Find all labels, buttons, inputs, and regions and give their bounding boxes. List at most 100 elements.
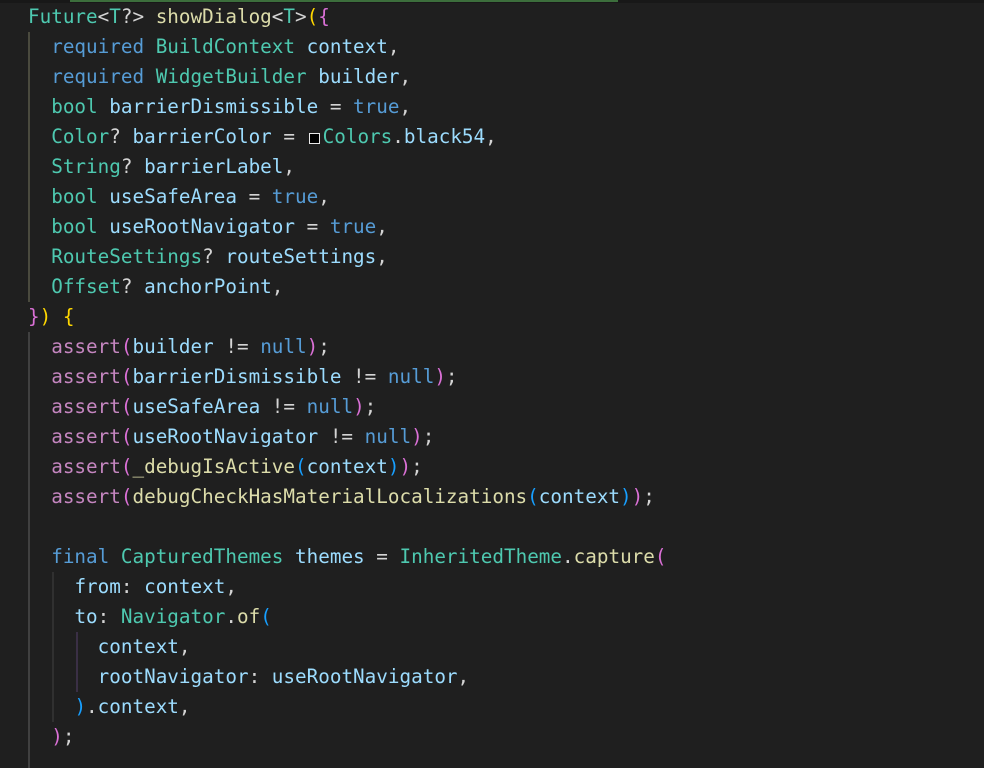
code-token: of bbox=[236, 605, 261, 628]
code-token: bool bbox=[51, 215, 98, 238]
code-line[interactable]: }) { bbox=[28, 302, 74, 332]
code-line[interactable]: Future<T?> showDialog<T>({ bbox=[28, 2, 330, 32]
code-line[interactable]: bool useSafeArea = true, bbox=[28, 182, 330, 212]
code-line[interactable]: Color? barrierColor = Colors.black54, bbox=[28, 122, 497, 152]
code-token: T bbox=[283, 5, 296, 28]
code-token: ) bbox=[631, 485, 644, 508]
code-line[interactable]: assert(_debugIsActive(context)); bbox=[28, 452, 423, 482]
code-token: routeSettings bbox=[225, 245, 377, 268]
code-line[interactable]: assert (debugCheckHasMaterialLocalization… bbox=[28, 482, 655, 512]
code-token: , bbox=[178, 635, 191, 658]
code-token: = bbox=[295, 215, 330, 238]
code-line[interactable]: Offset? anchorPoint, bbox=[28, 272, 283, 302]
code-token: themes bbox=[295, 545, 365, 568]
code-token: ?> bbox=[120, 5, 156, 28]
code-token: black54 bbox=[403, 125, 486, 148]
code-token: { bbox=[318, 5, 330, 28]
code-token: , bbox=[485, 125, 497, 148]
code-line[interactable]: assert(useSafeArea != null); bbox=[28, 392, 376, 422]
code-token: , bbox=[399, 65, 412, 88]
code-token: BuildContext bbox=[155, 35, 296, 58]
code-token: ( bbox=[120, 395, 133, 418]
code-token: from bbox=[74, 575, 121, 598]
code-token: Navigator bbox=[120, 605, 226, 628]
code-token: ) bbox=[434, 365, 446, 388]
code-token: ( bbox=[306, 5, 319, 28]
code-line[interactable]: bool useRootNavigator = true, bbox=[28, 212, 388, 242]
code-token: anchorPoint bbox=[144, 275, 272, 298]
code-line[interactable]: final CapturedThemes themes = InheritedT… bbox=[28, 542, 666, 572]
code-token: context bbox=[306, 455, 388, 478]
code-token: != bbox=[341, 365, 388, 388]
code-token: null bbox=[306, 395, 354, 418]
code-token: ; bbox=[364, 395, 377, 418]
code-token: Colors bbox=[322, 125, 393, 148]
code-line[interactable]: ).context, bbox=[28, 692, 190, 722]
code-token: null bbox=[260, 335, 307, 358]
code-token: showDialog bbox=[155, 5, 272, 28]
code-token: ; bbox=[62, 725, 75, 748]
code-token: to bbox=[74, 605, 98, 628]
code-token: assert bbox=[51, 485, 121, 508]
code-token: } bbox=[28, 305, 40, 328]
code-line[interactable]: assert(barrierDismissible != null); bbox=[28, 362, 457, 392]
code-line[interactable]: required WidgetBuilder builder, bbox=[28, 62, 411, 92]
code-line[interactable]: assert(useRootNavigator != null); bbox=[28, 422, 434, 452]
code-token: null bbox=[364, 425, 412, 448]
color-swatch-icon[interactable] bbox=[308, 133, 320, 144]
code-token: debugCheckHasMaterialLocalizations bbox=[132, 485, 528, 508]
code-line[interactable]: to: Navigator.of( bbox=[28, 602, 271, 632]
code-token: . bbox=[392, 125, 404, 148]
code-token: != bbox=[213, 335, 261, 358]
code-line[interactable]: context, bbox=[28, 632, 191, 662]
code-token: builder bbox=[132, 335, 214, 358]
code-token: ) bbox=[387, 455, 400, 478]
code-token: < bbox=[271, 5, 284, 28]
code-line[interactable]: rootNavigator: useRootNavigator, bbox=[28, 662, 469, 692]
code-token: ) bbox=[51, 725, 63, 748]
code-line[interactable]: ); bbox=[28, 722, 74, 752]
code-line[interactable]: RouteSettings? routeSettings, bbox=[28, 242, 388, 272]
code-token: ? bbox=[202, 245, 226, 268]
code-token: ( bbox=[120, 455, 133, 478]
code-token: useRootNavigator bbox=[109, 215, 295, 238]
code-line[interactable]: required BuildContext context, bbox=[28, 32, 399, 62]
code-token: context bbox=[144, 575, 226, 598]
code-token: ) bbox=[39, 305, 52, 328]
code-token: ) bbox=[399, 455, 412, 478]
code-line[interactable]: from: context, bbox=[28, 572, 237, 602]
code-token: String bbox=[51, 155, 121, 178]
code-token: ( bbox=[527, 485, 539, 508]
code-line[interactable]: assert(builder != null); bbox=[28, 332, 330, 362]
code-token: ; bbox=[422, 425, 435, 448]
code-token: ? bbox=[109, 125, 133, 148]
code-editor[interactable]: Future<T?> showDialog<T>({ required Buil… bbox=[0, 0, 984, 768]
code-token: required bbox=[51, 65, 145, 88]
code-line[interactable]: bool barrierDismissible = true, bbox=[28, 92, 411, 122]
code-token: ? bbox=[120, 275, 145, 298]
code-token: != bbox=[260, 395, 307, 418]
code-token: , bbox=[225, 575, 237, 598]
code-token: ( bbox=[295, 455, 307, 478]
code-token: WidgetBuilder bbox=[155, 65, 307, 88]
code-token: builder bbox=[318, 65, 400, 88]
code-token: bool bbox=[51, 95, 98, 118]
code-token: assert bbox=[51, 335, 121, 358]
code-token: : bbox=[120, 575, 145, 598]
code-line[interactable]: String? barrierLabel, bbox=[28, 152, 295, 182]
